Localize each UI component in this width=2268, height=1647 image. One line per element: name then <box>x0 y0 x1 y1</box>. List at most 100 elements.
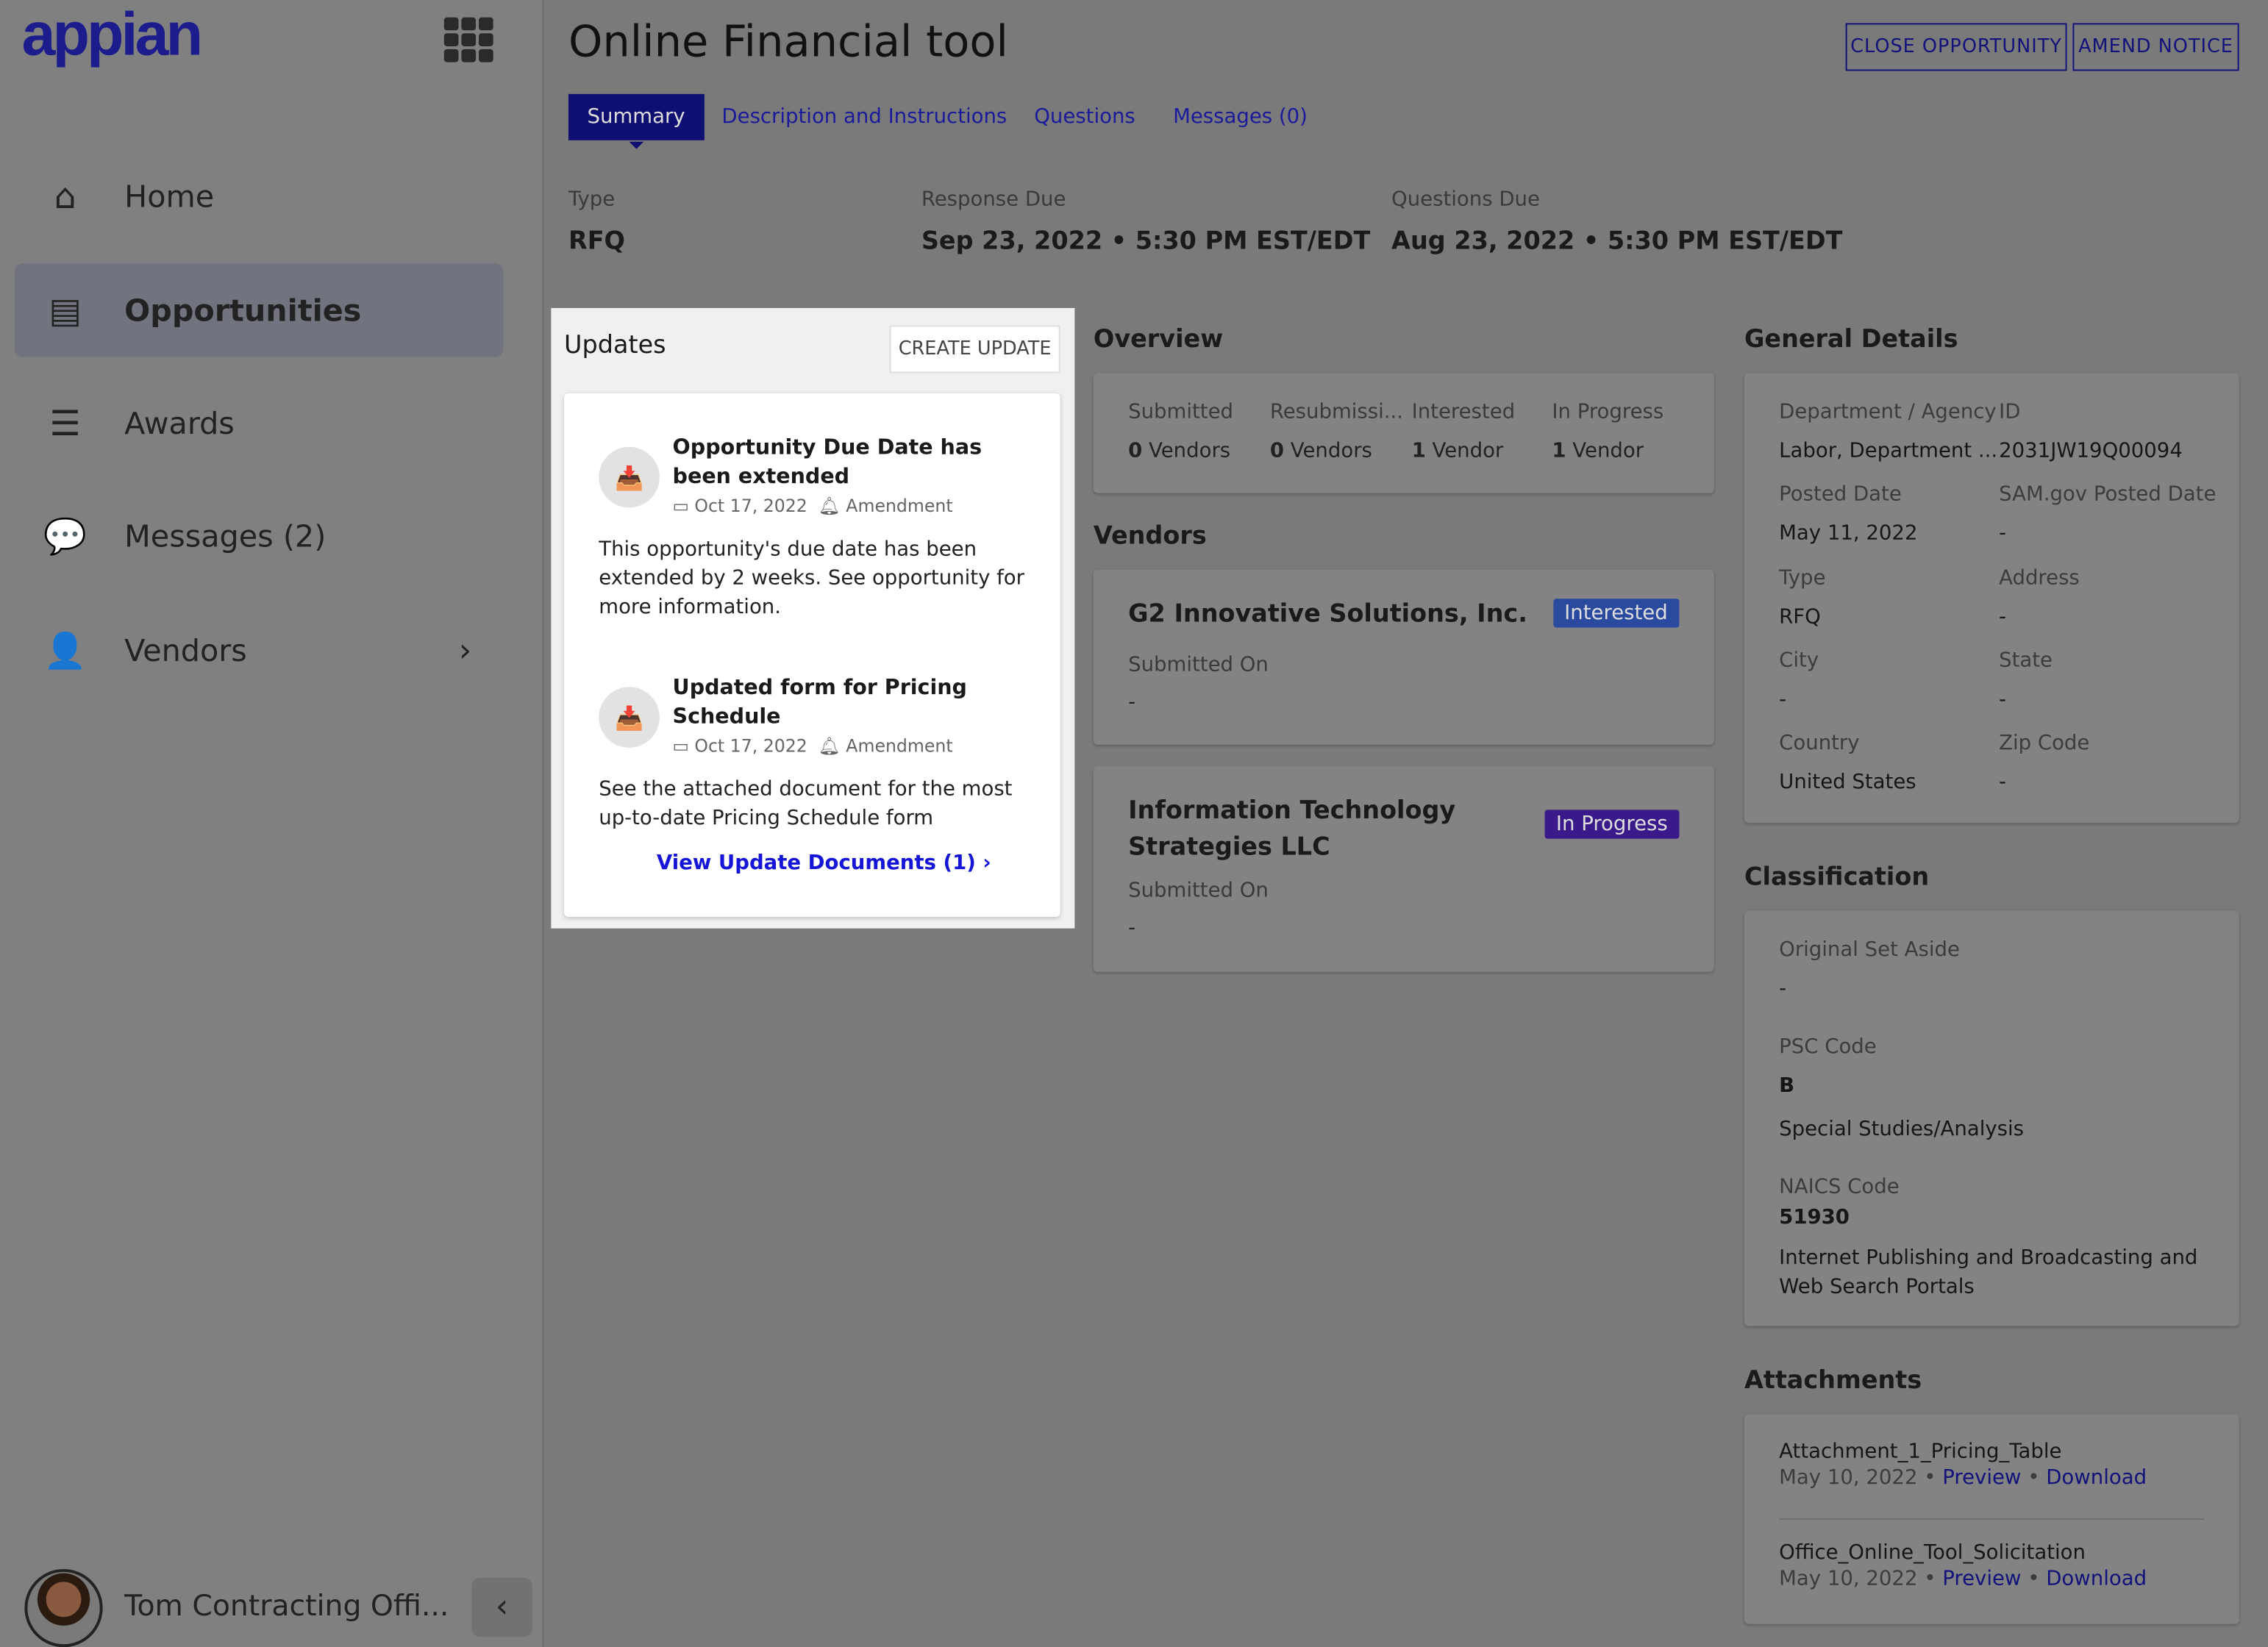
sidebar-item-awards[interactable]: ☰ Awards <box>15 377 504 470</box>
stat-value: 0 Vendors <box>1128 439 1231 463</box>
update-body: This opportunity's due date has been ext… <box>599 537 1024 619</box>
page-title: Online Financial tool <box>568 17 1008 68</box>
tab-summary[interactable]: Summary <box>568 93 705 149</box>
amend-notice-button[interactable]: AMEND NOTICE <box>2072 23 2239 71</box>
set-aside-value: - <box>1779 977 1787 1001</box>
field-label: ID <box>1999 400 2021 424</box>
chat-bubble-icon: 💬 <box>43 516 87 557</box>
sidebar-item-vendors[interactable]: 👤 Vendors › <box>15 604 504 697</box>
sidebar-item-label: Messages (2) <box>124 519 327 554</box>
sidebar: appian ⌂ Home ▤ Opportunities ☰ Awards 💬 Mes… <box>0 0 544 1647</box>
psc-description: Special Studies/Analysis <box>1779 1118 2025 1141</box>
stat-label: Submitted <box>1128 400 1234 424</box>
attachment-name: Attachment_1_Pricing_Table <box>1779 1440 2062 1464</box>
vendor-card[interactable]: Information Technology Strategies LLC In… <box>1093 766 1714 972</box>
stat-value: 1 Vendor <box>1411 439 1504 463</box>
general-details-title: General Details <box>1744 325 1958 354</box>
response-due-label: Response Due <box>921 187 1066 212</box>
chevron-left-icon: ‹ <box>495 1589 509 1626</box>
stat-label: In Progress <box>1552 400 1664 424</box>
field-label: Address <box>1999 566 2080 590</box>
attachment-date: May 10, 2022 <box>1779 1466 1918 1490</box>
overview-card: Submitted 0 Vendors Resubmissi... 0 Vendo… <box>1093 373 1714 493</box>
field-value: - <box>1779 687 1787 712</box>
field-value: Labor, Department ... <box>1779 439 1998 463</box>
inbox-icon: 📥 <box>599 687 660 748</box>
download-link[interactable]: Download <box>2046 1466 2147 1489</box>
field-label: Department / Agency <box>1779 400 1997 424</box>
field-label: Type <box>1779 566 1826 590</box>
tab-messages[interactable]: Messages (0) <box>1173 94 1308 140</box>
home-icon: ⌂ <box>54 176 76 218</box>
app-grid-icon[interactable] <box>443 17 493 62</box>
psc-label: PSC Code <box>1779 1035 1877 1059</box>
create-update-button[interactable]: CREATE UPDATE <box>889 325 1060 374</box>
overview-title: Overview <box>1093 325 1224 354</box>
sidebar-item-home[interactable]: ⌂ Home <box>15 151 504 243</box>
classification-title: Classification <box>1744 863 1930 893</box>
download-link[interactable]: Download <box>2046 1568 2147 1590</box>
field-value: 2031JW19Q00094 <box>1999 439 2183 463</box>
bullet-list-icon: ☰ <box>49 403 81 444</box>
vendors-title: Vendors <box>1093 522 1207 551</box>
vendor-card[interactable]: G2 Innovative Solutions, Inc. Interested… <box>1093 569 1714 745</box>
tab-description[interactable]: Description and Instructions <box>721 94 1007 140</box>
update-title: Opportunity Due Date has been extended <box>672 436 983 489</box>
field-value: - <box>1999 771 2007 795</box>
sidebar-item-label: Awards <box>124 406 235 441</box>
stat-value: 1 Vendor <box>1552 439 1644 463</box>
field-label: SAM.gov Posted Date <box>1999 483 2217 507</box>
psc-value: B <box>1779 1074 1795 1098</box>
submitted-on-label: Submitted On <box>1128 653 1269 677</box>
calendar-icon: ▭ <box>672 496 695 517</box>
sidebar-item-messages[interactable]: 💬 Messages (2) <box>15 490 504 583</box>
preview-link[interactable]: Preview <box>1942 1466 2021 1489</box>
stat-label: Interested <box>1411 400 1516 424</box>
avatar[interactable] <box>24 1568 103 1647</box>
vendor-name[interactable]: G2 Innovative Solutions, Inc. <box>1128 600 1527 629</box>
field-label: State <box>1999 649 2053 673</box>
attachments-title: Attachments <box>1744 1366 1922 1396</box>
chevron-right-icon: › <box>458 632 472 669</box>
close-opportunity-button[interactable]: CLOSE OPPORTUNITY <box>1845 23 2067 71</box>
updates-list: 📥 Opportunity Due Date has been extended… <box>564 393 1060 917</box>
appian-logo[interactable]: appian <box>22 0 204 69</box>
calendar-icon: ▭ <box>672 736 695 757</box>
user-icon: 👤 <box>43 630 87 671</box>
vendor-name[interactable]: Information Technology Strategies LLC <box>1128 794 1504 866</box>
field-label: Country <box>1779 732 1860 756</box>
field-value: - <box>1999 687 2007 712</box>
field-label: City <box>1779 649 1819 673</box>
view-update-documents-link[interactable]: View Update Documents (1) › <box>657 848 991 874</box>
sidebar-item-label: Vendors <box>124 633 247 668</box>
set-aside-label: Original Set Aside <box>1779 938 1960 962</box>
collapse-sidebar-button[interactable]: ‹ <box>471 1577 532 1637</box>
attachment-date: May 10, 2022 <box>1779 1568 1918 1591</box>
user-name[interactable]: Tom Contracting Offi... <box>124 1588 449 1623</box>
field-value: May 11, 2022 <box>1779 522 1918 546</box>
update-title: Updated form for Pricing Schedule <box>672 676 967 729</box>
update-body: See the attached document for the most u… <box>599 778 1013 830</box>
status-badge: Interested <box>1552 599 1680 628</box>
naics-value: 51930 <box>1779 1206 1850 1229</box>
tab-questions[interactable]: Questions <box>1034 94 1135 140</box>
field-label: Zip Code <box>1999 732 2090 756</box>
questions-due-value: Aug 23, 2022 • 5:30 PM EST/EDT <box>1391 226 1843 257</box>
sidebar-item-opportunities[interactable]: ▤ Opportunities <box>14 262 504 357</box>
stat-value: 0 Vendors <box>1269 439 1372 463</box>
field-value: RFQ <box>1779 605 1821 629</box>
updates-panel: Updates CREATE UPDATE 📥 Opportunity Due … <box>551 307 1075 929</box>
type-label: Type <box>568 187 616 212</box>
list-box-icon: ▤ <box>49 290 82 331</box>
submitted-on-value: - <box>1128 916 1136 940</box>
update-meta: ▭ Oct 17, 2022 🔔︎ Amendment <box>672 496 953 517</box>
sidebar-item-label: Home <box>124 179 215 215</box>
preview-link[interactable]: Preview <box>1942 1568 2021 1590</box>
field-value: - <box>1999 605 2007 629</box>
attachments-card: Attachment_1_Pricing_Table May 10, 2022 … <box>1744 1414 2239 1624</box>
attachment-name: Office_Online_Tool_Solicitation <box>1779 1541 2086 1565</box>
response-due-value: Sep 23, 2022 • 5:30 PM EST/EDT <box>921 226 1371 257</box>
updates-title: Updates <box>564 331 666 360</box>
stat-label: Resubmissi... <box>1269 400 1404 424</box>
questions-due-label: Questions Due <box>1391 187 1540 212</box>
